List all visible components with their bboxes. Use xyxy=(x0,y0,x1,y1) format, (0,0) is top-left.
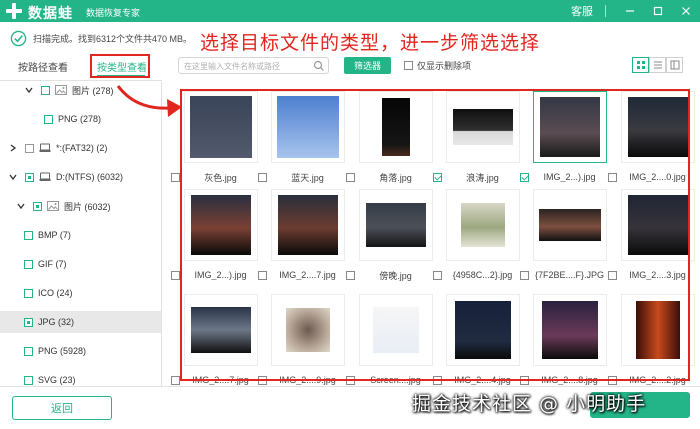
minimize-button[interactable] xyxy=(616,0,644,22)
tree-checkbox[interactable] xyxy=(25,143,34,153)
tree-item[interactable]: 图片 (6032) xyxy=(0,195,161,217)
close-icon xyxy=(682,7,690,15)
file-checkbox[interactable] xyxy=(171,375,180,385)
list-view-icon xyxy=(653,61,662,69)
tree-item-label: BMP (7) xyxy=(38,230,71,240)
back-button[interactable]: 返回 xyxy=(12,396,112,420)
app-subtitle: 数据恢复专家 xyxy=(86,8,141,18)
file-checkbox[interactable] xyxy=(171,172,180,182)
chevron-down-icon[interactable] xyxy=(24,85,34,95)
service-link[interactable]: 客服 xyxy=(571,3,593,19)
view-mode-switcher xyxy=(632,57,683,73)
grid-highlight-box xyxy=(180,89,690,381)
annotation-arrow-icon xyxy=(116,85,182,117)
tree-checkbox[interactable] xyxy=(24,259,33,269)
tree-item-label: JPG (32) xyxy=(38,317,75,327)
tree-item-label: ICO (24) xyxy=(38,288,73,298)
watermark-text: 掘金技术社区 @ 小明助手 xyxy=(412,393,647,415)
deleted-only-toggle[interactable]: 仅显示删除项 xyxy=(404,59,471,72)
detail-view-icon xyxy=(670,60,679,70)
grid-view-button[interactable] xyxy=(632,57,649,73)
tree-checkbox[interactable] xyxy=(33,201,42,211)
image-icon xyxy=(55,85,67,95)
tab-by-path[interactable]: 按路径查看 xyxy=(18,59,68,74)
scan-status: 扫描完成。找到6312个文件共470 MB。 xyxy=(10,28,192,48)
tree-item-label: SVG (23) xyxy=(38,375,76,385)
tree-checkbox[interactable] xyxy=(24,288,33,298)
tab-highlight-box xyxy=(90,54,150,78)
tree-checkbox[interactable] xyxy=(24,317,33,327)
tree-checkbox[interactable] xyxy=(24,346,33,356)
search-icon[interactable] xyxy=(313,60,325,72)
deleted-only-label: 仅显示删除项 xyxy=(417,61,472,71)
check-circle-icon xyxy=(10,30,27,46)
file-checkbox[interactable] xyxy=(171,270,180,280)
logo-icon xyxy=(6,3,22,19)
tree-checkbox[interactable] xyxy=(25,172,34,182)
filter-button[interactable]: 筛选器 xyxy=(344,57,391,74)
tree-item[interactable]: SVG (23) xyxy=(0,369,161,386)
deleted-only-checkbox[interactable] xyxy=(404,61,413,70)
app-name: 数据蛙 xyxy=(28,5,73,21)
drive-icon xyxy=(39,143,51,153)
scan-status-text: 扫描完成。找到6312个文件共470 MB。 xyxy=(33,33,193,44)
tree-item[interactable]: BMP (7) xyxy=(0,224,161,246)
tree-item[interactable]: GIF (7) xyxy=(0,253,161,275)
minimize-icon xyxy=(626,10,634,12)
tree-item[interactable]: JPG (32) xyxy=(0,311,161,333)
app-window: 数据蛙 数据恢复专家 客服 扫描完成。找到6312个文件共470 MB。 选择目… xyxy=(0,0,700,429)
tree-checkbox[interactable] xyxy=(41,85,50,95)
annotation-text: 选择目标文件的类型，进一步筛选选择 xyxy=(200,32,541,54)
tree-item[interactable]: ICO (24) xyxy=(0,282,161,304)
maximize-button[interactable] xyxy=(644,0,672,22)
list-view-button[interactable] xyxy=(649,57,666,73)
tree-item-label: PNG (278) xyxy=(58,114,102,124)
titlebar-divider xyxy=(605,5,606,17)
tree-item[interactable]: D:(NTFS) (6032) xyxy=(0,166,161,188)
maximize-icon xyxy=(653,6,663,16)
search-input[interactable] xyxy=(184,60,309,72)
chevron-down-icon[interactable] xyxy=(8,172,18,182)
tree-item[interactable]: PNG (5928) xyxy=(0,340,161,362)
detail-view-button[interactable] xyxy=(666,57,683,73)
drive-icon xyxy=(39,172,51,182)
image-icon xyxy=(47,201,59,211)
tree-item[interactable]: *:(FAT32) (2) xyxy=(0,137,161,159)
file-type-tree: 图片 (278) PNG (278) *:(FAT32) (2) D:(NTFS) (… xyxy=(0,82,162,386)
tree-item-label: 图片 (278) xyxy=(72,85,114,96)
tree-item-label: GIF (7) xyxy=(38,259,67,269)
tree-item-label: PNG (5928) xyxy=(38,346,87,356)
close-button[interactable] xyxy=(672,0,700,22)
tree-checkbox[interactable] xyxy=(44,114,53,124)
tree-item-label: 图片 (6032) xyxy=(64,201,111,212)
title-bar: 数据蛙 数据恢复专家 客服 xyxy=(0,0,700,22)
tree-checkbox[interactable] xyxy=(24,375,33,385)
tree-checkbox[interactable] xyxy=(24,230,33,240)
search-box xyxy=(178,57,329,74)
chevron-down-icon[interactable] xyxy=(16,201,26,211)
chevron-right-icon[interactable] xyxy=(8,143,18,153)
tree-item-label: D:(NTFS) (6032) xyxy=(56,172,124,182)
tree-item-label: *:(FAT32) (2) xyxy=(56,143,108,153)
grid-view-icon xyxy=(636,61,645,69)
